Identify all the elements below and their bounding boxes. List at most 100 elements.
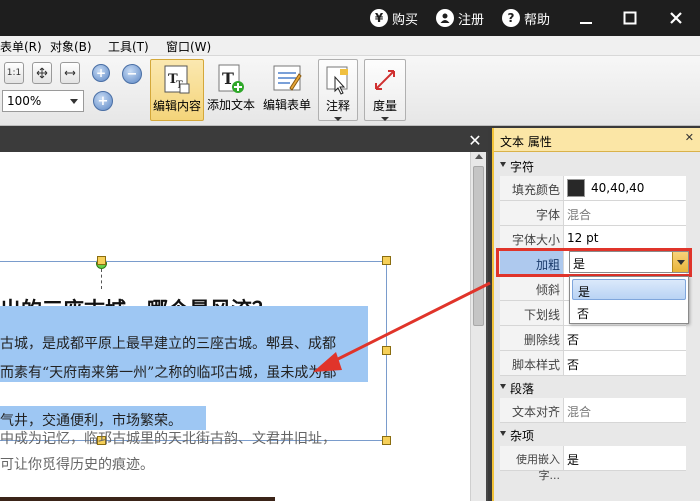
- collapse-triangle-icon: [500, 431, 506, 436]
- row-strikethrough[interactable]: 删除线 否: [500, 326, 686, 351]
- strikethrough-label: 删除线: [500, 326, 564, 350]
- row-fill-color[interactable]: 填充颜色 40,40,40: [500, 176, 686, 201]
- text-align-value: 混合: [567, 405, 592, 419]
- vertical-scrollbar[interactable]: [470, 152, 486, 501]
- bold-option-no[interactable]: 否: [572, 302, 686, 323]
- font-size-label: 字体大小: [500, 226, 564, 250]
- bold-highlight-box: [496, 248, 692, 277]
- menu-bar: 表单(R) 对象(B) 工具(T) 窗口(W): [0, 36, 700, 56]
- minimize-icon: [580, 22, 592, 24]
- close-icon: ✕: [468, 130, 482, 150]
- zoom-value: 100%: [7, 94, 42, 108]
- maximize-icon: [623, 11, 637, 25]
- resize-handle-bottom-right[interactable]: [382, 436, 391, 445]
- bold-option-yes[interactable]: 是: [572, 279, 686, 300]
- user-icon: [436, 9, 454, 27]
- title-bar: ¥ 购买 注册 ? 帮助: [0, 0, 700, 36]
- actual-size-button[interactable]: 1:1: [4, 62, 24, 84]
- paragraph-line[interactable]: 古城，是成都平原上最早建立的三座古城。郫县、成都: [0, 333, 336, 353]
- section-character[interactable]: 字符: [496, 155, 692, 175]
- row-script-style[interactable]: 脚本样式 否: [500, 351, 686, 376]
- close-icon: [670, 12, 682, 24]
- fit-page-button[interactable]: [32, 62, 52, 84]
- panel-title: 文本 属性 ✕: [494, 128, 700, 152]
- section-character-label: 字符: [510, 160, 535, 174]
- toolbar: 1:1 100% + − + TT 编辑内容 T 添加文本 编辑表单 注释 度量: [0, 56, 700, 126]
- zoom-in-region-icon: +: [95, 66, 107, 80]
- resize-handle-right[interactable]: [382, 346, 391, 355]
- section-paragraph-label: 段落: [510, 382, 535, 396]
- document-area: ✕ 出的三座古城，哪个最风流？ 古城，是成都平原上最早建立的三座古城。郫县、成都…: [0, 128, 488, 501]
- document-page[interactable]: 出的三座古城，哪个最风流？ 古城，是成都平原上最早建立的三座古城。郫县、成都 而…: [0, 152, 470, 501]
- row-font[interactable]: 字体 混合: [500, 201, 686, 226]
- row-embedded-font[interactable]: 使用嵌入字... 是: [500, 446, 686, 482]
- embedded-font-value: 是: [567, 453, 580, 467]
- fill-color-swatch[interactable]: [567, 179, 585, 197]
- paragraph-line[interactable]: 可让你觅得历史的痕迹。: [0, 454, 154, 474]
- add-text-label: 添加文本: [206, 98, 255, 112]
- font-size-value: 12 pt: [567, 231, 599, 245]
- photo-edge: [0, 497, 275, 501]
- menu-form[interactable]: 表单(R): [0, 38, 42, 55]
- menu-tools[interactable]: 工具(T): [108, 38, 149, 55]
- edit-form-label: 编辑表单: [262, 98, 311, 112]
- maximize-button[interactable]: [618, 6, 642, 30]
- zoom-select[interactable]: 100%: [2, 90, 84, 112]
- script-style-value: 否: [567, 358, 580, 372]
- section-misc[interactable]: 杂项: [496, 424, 692, 444]
- collapse-triangle-icon: [500, 384, 506, 389]
- zoom-out-button[interactable]: −: [122, 64, 142, 84]
- panel-title-text: 文本 属性: [500, 135, 552, 149]
- zoom-in-button[interactable]: +: [93, 91, 113, 111]
- paragraph-line[interactable]: 气井，交通便利，市场繁荣。: [0, 410, 182, 430]
- close-icon: ✕: [684, 131, 694, 144]
- document-tab-strip: ✕: [0, 128, 488, 152]
- edit-content-label: 编辑内容: [152, 99, 201, 113]
- edit-content-button[interactable]: TT 编辑内容: [150, 59, 204, 121]
- buy-label: 购买: [392, 12, 419, 28]
- resize-handle-top-right[interactable]: [382, 256, 391, 265]
- script-style-label: 脚本样式: [500, 351, 564, 375]
- help-label: 帮助: [524, 12, 551, 28]
- comment-label: 注释: [325, 99, 350, 113]
- section-misc-label: 杂项: [510, 429, 535, 443]
- register-button[interactable]: 注册: [436, 8, 484, 28]
- edit-form-icon: [270, 62, 304, 96]
- embedded-font-label: 使用嵌入字...: [500, 446, 564, 482]
- chevron-down-icon: [70, 99, 78, 104]
- italic-label: 倾斜: [500, 276, 564, 300]
- paragraph-line[interactable]: 而素有“天府南来第一州”之称的临邛古城，虽未成为都: [0, 362, 336, 382]
- add-text-button[interactable]: T 添加文本: [205, 59, 257, 121]
- collapse-triangle-icon: [500, 162, 506, 167]
- edit-content-icon: TT: [160, 63, 194, 97]
- comment-icon: [321, 63, 355, 97]
- add-text-icon: T: [214, 62, 248, 96]
- comment-button[interactable]: 注释: [318, 59, 358, 121]
- resize-handle-top[interactable]: [97, 256, 106, 265]
- actual-size-label: 1:1: [6, 68, 22, 78]
- menu-object[interactable]: 对象(B): [50, 38, 92, 55]
- edit-form-button[interactable]: 编辑表单: [260, 59, 314, 121]
- fit-width-button[interactable]: [60, 62, 80, 84]
- buy-button[interactable]: ¥ 购买: [370, 8, 418, 28]
- zoom-marquee-button[interactable]: +: [92, 64, 110, 82]
- measure-label: 度量: [372, 99, 397, 113]
- close-document-button[interactable]: ✕: [466, 130, 484, 150]
- menu-window[interactable]: 窗口(W): [166, 38, 211, 55]
- section-paragraph[interactable]: 段落: [496, 377, 692, 397]
- measure-icon: [368, 63, 402, 97]
- measure-button[interactable]: 度量: [364, 59, 406, 121]
- paragraph-line[interactable]: 中成为记忆，临邛古城里的天北街古韵、文君井旧址，: [0, 428, 336, 448]
- chevron-down-icon: [334, 117, 342, 121]
- plus-icon: +: [97, 93, 109, 109]
- close-window-button[interactable]: [664, 6, 688, 30]
- row-text-align[interactable]: 文本对齐 混合: [500, 398, 686, 423]
- scroll-up-icon[interactable]: [475, 154, 483, 159]
- text-align-label: 文本对齐: [500, 398, 564, 422]
- fill-color-value: 40,40,40: [591, 181, 645, 195]
- question-icon: ?: [502, 9, 520, 27]
- help-button[interactable]: ? 帮助: [502, 8, 550, 28]
- scrollbar-thumb[interactable]: [473, 166, 484, 326]
- minimize-button[interactable]: [574, 6, 598, 30]
- close-panel-button[interactable]: ✕: [685, 131, 694, 144]
